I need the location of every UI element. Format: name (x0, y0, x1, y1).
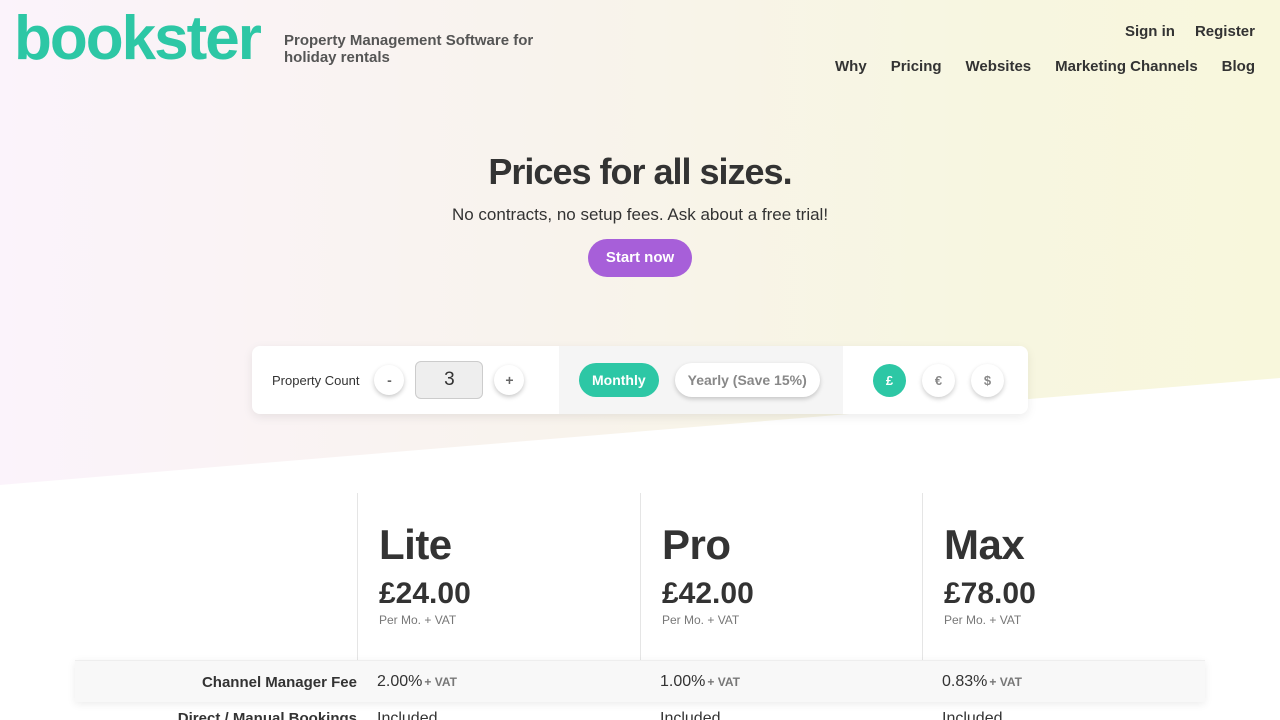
plan-price: £78.00 (944, 577, 1036, 610)
start-now-button[interactable]: Start now (587, 239, 693, 277)
pricing-controls: Property Count - 3 + Monthly Yearly (Sav… (252, 346, 1028, 414)
currency-usd-button[interactable]: $ (971, 363, 1004, 397)
sign-in-link[interactable]: Sign in (1125, 23, 1175, 40)
property-count-input[interactable]: 3 (415, 361, 484, 399)
hero-subtitle: No contracts, no setup fees. Ask about a… (451, 205, 829, 224)
feature-row-channel-manager-fee: Channel Manager Fee 2.00% + VAT 1.00% + VA… (75, 660, 1205, 702)
feature-value-max: 0.83% + VAT (942, 673, 1022, 690)
nav-item-websites[interactable]: Websites (966, 58, 1032, 75)
account-links: Sign in Register (1125, 23, 1255, 40)
hero-section: Prices for all sizes. No contracts, no s… (0, 150, 1280, 277)
site-header: bookster Property Management Software fo… (0, 0, 1280, 90)
feature-value-pro: Included (660, 710, 721, 720)
plan-name: Pro (662, 521, 731, 568)
plan-billing-note: Per Mo. + VAT (944, 613, 1022, 627)
nav-item-marketing-channels[interactable]: Marketing Channels (1055, 58, 1198, 75)
feature-value-lite: 2.00% + VAT (377, 673, 457, 690)
plan-billing-note: Per Mo. + VAT (662, 613, 740, 627)
feature-name: Channel Manager Fee (201, 674, 357, 691)
feature-row-direct-bookings: Direct / Manual Bookings Included Includ… (75, 710, 1205, 720)
brand-tagline: Property Management Software for holiday… (284, 32, 534, 66)
plan-price: £24.00 (379, 577, 471, 610)
plan-price: £42.00 (662, 577, 754, 610)
nav-item-blog[interactable]: Blog (1222, 58, 1255, 75)
register-link[interactable]: Register (1195, 23, 1255, 40)
plan-max: Max £78.00 Per Mo. + VAT (922, 493, 1205, 660)
plan-name: Max (944, 521, 1025, 568)
billing-period-toggle: Monthly Yearly (Save 15%) (559, 346, 843, 414)
plan-billing-note: Per Mo. + VAT (379, 613, 457, 627)
plan-columns: Lite £24.00 Per Mo. + VAT Pro £42.00 Per… (357, 493, 1205, 660)
currency-gbp-button[interactable]: £ (873, 363, 906, 397)
feature-name: Direct / Manual Bookings (177, 710, 357, 720)
currency-eur-button[interactable]: € (922, 363, 955, 397)
plan-pro: Pro £42.00 Per Mo. + VAT (640, 493, 922, 660)
plan-name: Lite (379, 521, 452, 568)
bookster-logo[interactable]: bookster (14, 2, 262, 76)
page-title: Prices for all sizes. (488, 151, 792, 192)
feature-value-pro: 1.00% + VAT (660, 673, 740, 690)
feature-value-max: Included (942, 710, 1003, 720)
plan-lite: Lite £24.00 Per Mo. + VAT (357, 493, 640, 660)
main-nav: Why Pricing Websites Marketing Channels … (835, 58, 1255, 75)
property-count-control: Property Count - 3 + (252, 346, 559, 414)
increment-button[interactable]: + (494, 365, 525, 395)
feature-value-lite: Included (377, 710, 438, 720)
property-count-label: Property Count (272, 372, 360, 388)
nav-item-why[interactable]: Why (835, 58, 867, 75)
nav-item-pricing[interactable]: Pricing (891, 58, 942, 75)
monthly-button[interactable]: Monthly (579, 363, 659, 397)
currency-selector: £ € $ (843, 346, 1028, 414)
yearly-button[interactable]: Yearly (Save 15%) (674, 363, 820, 397)
decrement-button[interactable]: - (374, 365, 405, 395)
